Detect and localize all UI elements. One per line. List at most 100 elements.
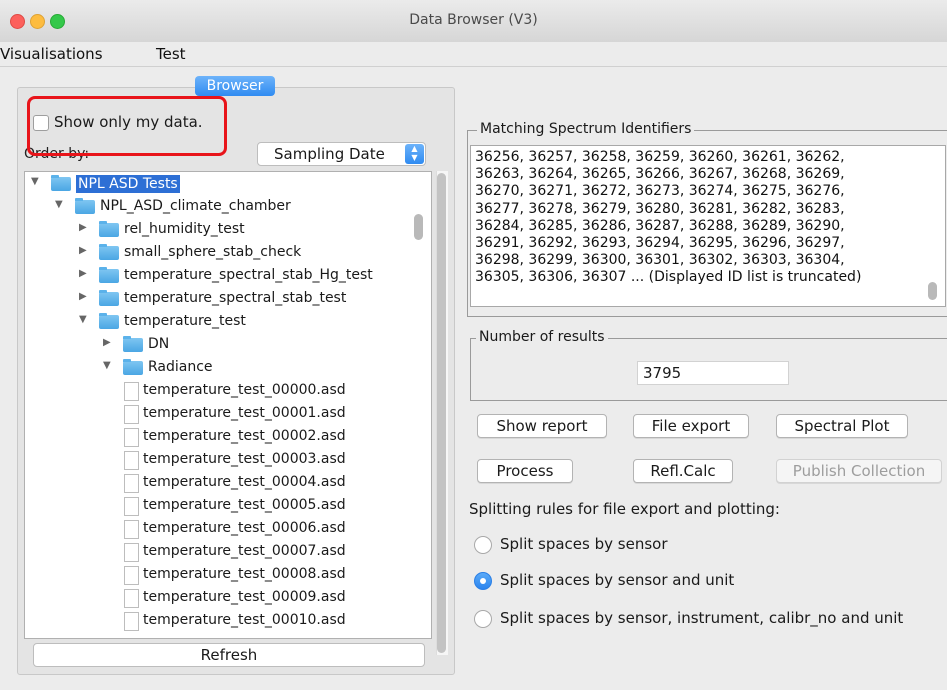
tree-item-label: temperature_spectral_stab_test bbox=[124, 290, 347, 306]
ids-scrollbar-thumb[interactable] bbox=[928, 282, 937, 300]
title-bar: Data Browser (V3) bbox=[0, 0, 947, 43]
tree-item-label: temperature_test_00004.asd bbox=[143, 474, 346, 490]
collapse-toggle-icon[interactable]: ▼ bbox=[79, 314, 87, 325]
tree-file-row[interactable]: temperature_test_00001.asd bbox=[25, 402, 431, 425]
process-button[interactable]: Process bbox=[477, 459, 573, 483]
tree-folder-row[interactable]: ▼ temperature_test bbox=[25, 310, 431, 333]
folder-icon bbox=[123, 336, 143, 352]
expand-toggle-icon[interactable]: ▶ bbox=[103, 337, 111, 348]
tab-browser[interactable]: Browser bbox=[195, 76, 275, 96]
tree-folder-row[interactable]: ▶ temperature_spectral_stab_Hg_test bbox=[25, 264, 431, 287]
tree-file-row[interactable]: temperature_test_00007.asd bbox=[25, 540, 431, 563]
radio-split-by-sensor[interactable] bbox=[474, 536, 492, 554]
radio-split-by-sensor-instrument[interactable] bbox=[474, 610, 492, 628]
tree-folder-row[interactable]: ▶ rel_humidity_test bbox=[25, 218, 431, 241]
tree-folder-row[interactable]: ▶ small_sphere_stab_check bbox=[25, 241, 431, 264]
select-arrows-icon: ▲ ▼ bbox=[405, 144, 424, 164]
tree-file-row[interactable]: temperature_test_00004.asd bbox=[25, 471, 431, 494]
collapse-toggle-icon[interactable]: ▼ bbox=[103, 360, 111, 371]
file-icon bbox=[124, 589, 139, 608]
tree-item-label: temperature_test_00010.asd bbox=[143, 612, 346, 628]
tree-item-label: temperature_test_00005.asd bbox=[143, 497, 346, 513]
tree-file-row[interactable]: temperature_test_00008.asd bbox=[25, 563, 431, 586]
expand-toggle-icon[interactable]: ▶ bbox=[79, 222, 87, 233]
spectra-tree[interactable]: ▼ NPL ASD Tests ▼ NPL_ASD_climate_chamber ▶ r… bbox=[24, 171, 432, 639]
tree-item-label: temperature_test_00007.asd bbox=[143, 543, 346, 559]
folder-icon bbox=[99, 313, 119, 329]
tree-item-label: temperature_test_00008.asd bbox=[143, 566, 346, 582]
menu-test[interactable]: Test bbox=[156, 45, 186, 63]
tree-file-row[interactable]: temperature_test_00000.asd bbox=[25, 379, 431, 402]
file-icon bbox=[124, 612, 139, 631]
tree-item-label: NPL ASD Tests bbox=[76, 175, 180, 193]
tree-folder-row[interactable]: ▶ DN bbox=[25, 333, 431, 356]
panel-scrollbar-thumb[interactable] bbox=[437, 173, 446, 653]
tree-folder-row[interactable]: ▶ temperature_spectral_stab_test bbox=[25, 287, 431, 310]
publish-collection-button[interactable]: Publish Collection bbox=[776, 459, 942, 483]
order-by-value: Sampling Date bbox=[274, 145, 385, 163]
window-title: Data Browser (V3) bbox=[409, 12, 538, 28]
radio-split-by-sensor-unit-label[interactable]: Split spaces by sensor and unit bbox=[500, 571, 734, 589]
tree-item-label: temperature_test_00000.asd bbox=[143, 382, 346, 398]
matching-ids-textarea[interactable]: 36256, 36257, 36258, 36259, 36260, 36261… bbox=[470, 145, 946, 307]
tree-item-label: temperature_test bbox=[124, 313, 246, 329]
file-export-button[interactable]: File export bbox=[633, 414, 749, 438]
tree-folder-row[interactable]: ▼ Radiance bbox=[25, 356, 431, 379]
file-icon bbox=[124, 428, 139, 447]
radio-split-by-sensor-label[interactable]: Split spaces by sensor bbox=[500, 535, 668, 553]
tree-item-label: temperature_test_00001.asd bbox=[143, 405, 346, 421]
tree-file-row[interactable]: temperature_test_00006.asd bbox=[25, 517, 431, 540]
expand-toggle-icon[interactable]: ▶ bbox=[79, 268, 87, 279]
menu-visualisations[interactable]: Visualisations bbox=[0, 45, 103, 63]
folder-icon bbox=[99, 267, 119, 283]
file-icon bbox=[124, 543, 139, 562]
tree-folder-row[interactable]: ▼ NPL ASD Tests bbox=[25, 172, 431, 195]
tree-item-label: temperature_test_00003.asd bbox=[143, 451, 346, 467]
expand-toggle-icon[interactable]: ▶ bbox=[79, 245, 87, 256]
tree-item-label: Radiance bbox=[148, 359, 213, 375]
file-icon bbox=[124, 497, 139, 516]
spectral-plot-button[interactable]: Spectral Plot bbox=[776, 414, 908, 438]
file-icon bbox=[124, 474, 139, 493]
tree-file-row[interactable]: temperature_test_00005.asd bbox=[25, 494, 431, 517]
refl-calc-button[interactable]: Refl.Calc bbox=[633, 459, 733, 483]
file-icon bbox=[124, 451, 139, 470]
refresh-button[interactable]: Refresh bbox=[33, 643, 425, 667]
file-icon bbox=[124, 382, 139, 401]
tree-item-label: DN bbox=[148, 336, 170, 352]
tree-item-label: temperature_test_00002.asd bbox=[143, 428, 346, 444]
order-by-select[interactable]: Sampling Date ▲ ▼ bbox=[257, 142, 426, 166]
tree-file-row[interactable]: temperature_test_00002.asd bbox=[25, 425, 431, 448]
folder-icon bbox=[99, 221, 119, 237]
folder-icon bbox=[99, 290, 119, 306]
radio-split-by-sensor-instrument-label[interactable]: Split spaces by sensor, instrument, cali… bbox=[500, 609, 903, 627]
results-count: 3795 bbox=[643, 364, 682, 382]
tree-file-row[interactable]: temperature_test_00009.asd bbox=[25, 586, 431, 609]
tree-item-label: temperature_test_00009.asd bbox=[143, 589, 346, 605]
collapse-toggle-icon[interactable]: ▼ bbox=[31, 176, 39, 187]
tree-scrollbar-thumb[interactable] bbox=[414, 214, 423, 240]
menu-bar: Visualisations Test bbox=[0, 42, 947, 67]
matching-ids-title: Matching Spectrum Identifiers bbox=[477, 121, 695, 137]
file-icon bbox=[124, 520, 139, 539]
tree-file-row[interactable]: temperature_test_00003.asd bbox=[25, 448, 431, 471]
folder-icon bbox=[123, 359, 143, 375]
file-icon bbox=[124, 566, 139, 585]
tree-item-label: rel_humidity_test bbox=[124, 221, 245, 237]
expand-toggle-icon[interactable]: ▶ bbox=[79, 291, 87, 302]
radio-split-by-sensor-unit[interactable] bbox=[474, 572, 492, 590]
results-count-field: 3795 bbox=[637, 361, 789, 385]
app-window: Data Browser (V3) Visualisations Test Br… bbox=[0, 0, 947, 690]
tree-file-row[interactable]: temperature_test_00010.asd bbox=[25, 609, 431, 632]
matching-ids-text: 36256, 36257, 36258, 36259, 36260, 36261… bbox=[475, 149, 862, 286]
folder-icon bbox=[51, 175, 71, 191]
tree-folder-row[interactable]: ▼ NPL_ASD_climate_chamber bbox=[25, 195, 431, 218]
results-title: Number of results bbox=[476, 329, 608, 345]
file-icon bbox=[124, 405, 139, 424]
collapse-toggle-icon[interactable]: ▼ bbox=[55, 199, 63, 210]
show-report-button[interactable]: Show report bbox=[477, 414, 607, 438]
splitting-rules-label: Splitting rules for file export and plot… bbox=[469, 500, 780, 518]
folder-icon bbox=[99, 244, 119, 260]
tree-item-label: NPL_ASD_climate_chamber bbox=[100, 198, 291, 214]
tree-item-label: temperature_spectral_stab_Hg_test bbox=[124, 267, 373, 283]
